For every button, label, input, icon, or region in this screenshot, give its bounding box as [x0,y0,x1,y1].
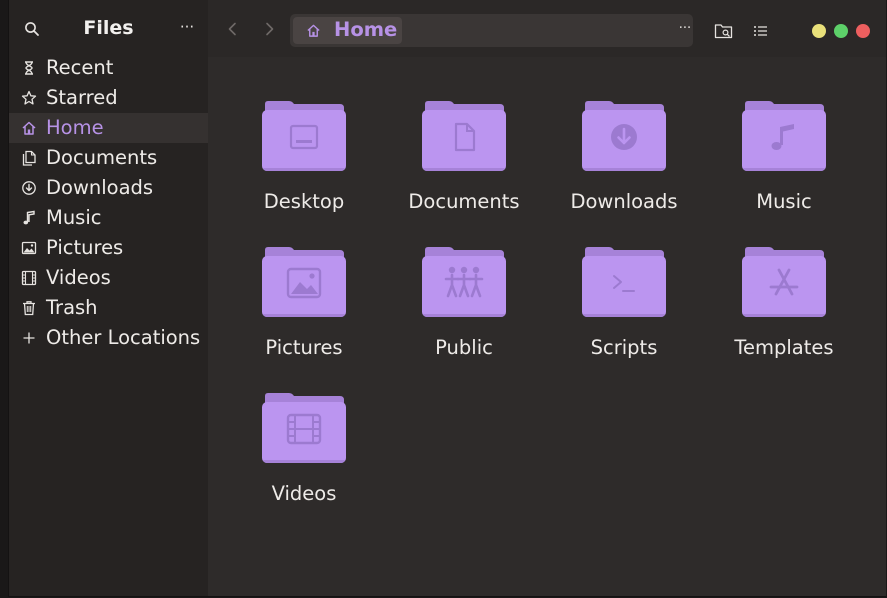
template-icon [769,268,799,296]
sidebar-item-label: Home [46,116,104,139]
star-icon [21,90,37,105]
folder-item-documents[interactable]: Documents [389,94,539,224]
folder-grid: Desktop Documents Downloads Music Pictur… [208,57,886,596]
files-window: Files ··· Recent Starred Home Documents … [8,0,886,597]
folder-item-scripts[interactable]: Scripts [549,240,699,370]
sidebar-item-starred[interactable]: Starred [9,83,208,113]
sidebar-item-videos[interactable]: Videos [9,263,208,293]
plus-icon [23,332,35,344]
download-icon [22,181,36,195]
maximize-button[interactable] [834,24,848,38]
folder-item-downloads[interactable]: Downloads [549,94,699,224]
folder-label: Documents [408,190,520,213]
breadcrumb-home[interactable]: Home [293,17,402,44]
music-icon [771,124,794,150]
sidebar-item-home[interactable]: Home [9,113,208,143]
document-icon [454,122,476,152]
close-button[interactable] [856,24,870,38]
sidebar-item-music[interactable]: Music [9,203,208,233]
folder-item-pictures[interactable]: Pictures [229,240,379,370]
sidebar-item-label: Other Locations [46,326,201,349]
minimize-button[interactable] [812,24,826,38]
people-icon [444,266,484,298]
picture-icon [21,241,37,255]
folder-label: Videos [271,482,337,505]
sidebar: Files ··· Recent Starred Home Documents … [9,0,208,596]
sidebar-item-label: Music [46,206,102,229]
sidebar-places: Recent Starred Home Documents Downloads … [9,53,208,353]
folder-label: Public [435,336,493,359]
folder-item-public[interactable]: Public [389,240,539,370]
desktop-icon [289,124,319,150]
header-bar: Home ··· [208,0,886,57]
document-icon [22,150,36,166]
sidebar-item-documents[interactable]: Documents [9,143,208,173]
sidebar-item-recent[interactable]: Recent [9,53,208,83]
sidebar-header: Files ··· [9,0,208,56]
sidebar-item-label: Documents [46,146,158,169]
home-icon [22,121,36,135]
sidebar-item-trash[interactable]: Trash [9,293,208,323]
folder-label: Scripts [590,336,658,359]
trash-icon [23,301,35,316]
film-icon [21,270,37,286]
folder-label: Music [756,190,812,213]
folder-label: Desktop [263,190,345,213]
sidebar-item-label: Recent [46,56,114,79]
location-bar[interactable]: Home [290,14,693,47]
folder-label: Pictures [265,336,343,359]
folder-item-desktop[interactable]: Desktop [229,94,379,224]
music-icon [23,210,35,225]
folder-item-templates[interactable]: Templates [709,240,859,370]
film-icon [286,413,322,445]
back-icon[interactable] [224,20,242,38]
sidebar-item-other-locations[interactable]: Other Locations [9,323,208,353]
folder-label: Downloads [570,190,678,213]
sidebar-item-label: Pictures [46,236,124,259]
sidebar-item-label: Videos [46,266,111,289]
home-icon [307,24,320,37]
folder-item-videos[interactable]: Videos [229,386,379,516]
folder-search-icon[interactable] [714,22,734,40]
path-menu-button[interactable]: ··· [678,22,692,38]
clock-icon [25,61,33,75]
picture-icon [286,267,322,299]
sidebar-item-label: Downloads [46,176,154,199]
sidebar-item-label: Starred [46,86,118,109]
folder-label: Templates [734,336,834,359]
download-icon [611,124,637,150]
main-menu-button[interactable]: ··· [177,20,197,38]
forward-icon[interactable] [260,20,278,38]
sidebar-item-pictures[interactable]: Pictures [9,233,208,263]
sidebar-item-label: Trash [46,296,98,319]
folder-item-music[interactable]: Music [709,94,859,224]
sidebar-item-downloads[interactable]: Downloads [9,173,208,203]
terminal-icon [613,275,635,292]
list-view-icon[interactable] [751,22,771,40]
breadcrumb-label: Home [334,18,398,41]
